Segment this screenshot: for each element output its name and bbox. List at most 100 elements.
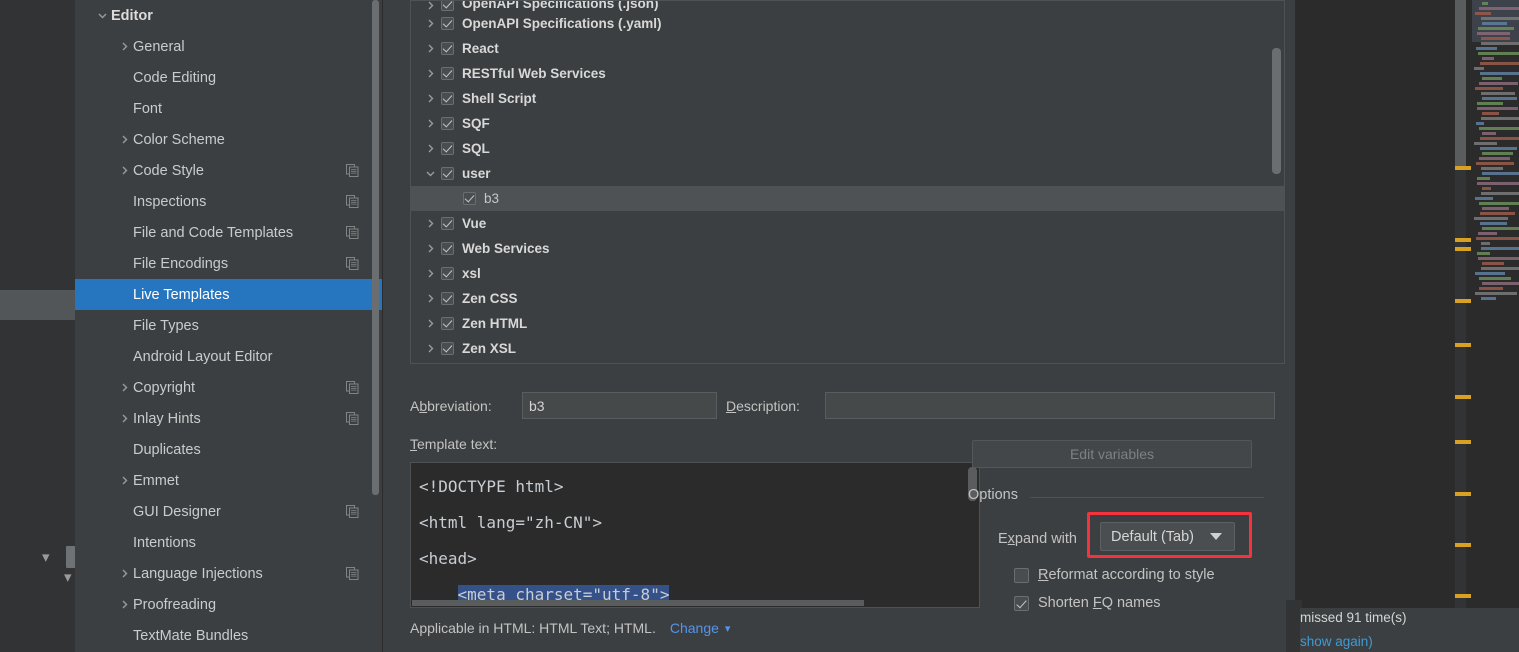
copy-settings-icon[interactable] (346, 257, 359, 270)
chevron-right-icon[interactable] (115, 165, 133, 176)
template-enabled-checkbox[interactable] (441, 1, 454, 11)
sidebar-item-general[interactable]: General (75, 31, 383, 62)
template-tree-row[interactable]: xsl (411, 261, 1284, 286)
chevron-right-icon[interactable] (419, 43, 441, 54)
sidebar-item-android-layout-editor[interactable]: Android Layout Editor (75, 341, 383, 372)
chevron-right-icon[interactable] (419, 343, 441, 354)
chevron-right-icon[interactable] (419, 143, 441, 154)
template-tree-row[interactable]: Shell Script (411, 86, 1284, 111)
editor-minimap[interactable] (1472, 0, 1519, 652)
chevron-right-icon[interactable] (419, 243, 441, 254)
chevron-right-icon[interactable] (419, 218, 441, 229)
template-enabled-checkbox[interactable] (441, 92, 454, 105)
template-enabled-checkbox[interactable] (441, 17, 454, 30)
sidebar-item-intentions[interactable]: Intentions (75, 527, 383, 558)
description-input[interactable] (825, 392, 1275, 419)
copy-settings-icon[interactable] (346, 226, 359, 239)
copy-settings-icon[interactable] (346, 412, 359, 425)
template-tree-row[interactable]: Vue (411, 211, 1284, 236)
chevron-right-icon[interactable] (419, 1, 441, 11)
copy-settings-icon[interactable] (346, 381, 359, 394)
sidebar-item-file-encodings[interactable]: File Encodings (75, 248, 383, 279)
template-enabled-checkbox[interactable] (463, 192, 476, 205)
template-tree-row[interactable]: Zen XSL (411, 336, 1284, 361)
sidebar-item-live-templates[interactable]: Live Templates (75, 279, 383, 310)
chevron-down-icon[interactable]: ▾ (725, 622, 731, 635)
shorten-fq-checkbox-row[interactable]: Shorten FQ names (1014, 595, 1161, 611)
template-enabled-checkbox[interactable] (441, 67, 454, 80)
chevron-right-icon[interactable] (419, 18, 441, 29)
chevron-down-icon[interactable]: ▾ (64, 568, 72, 586)
reformat-checkbox[interactable] (1014, 568, 1029, 583)
chevron-right-icon[interactable] (419, 118, 441, 129)
sidebar-item-code-editing[interactable]: Code Editing (75, 62, 383, 93)
chevron-right-icon[interactable] (115, 475, 133, 486)
settings-tree[interactable]: EditorGeneralCode EditingFontColor Schem… (75, 0, 383, 652)
template-tree-row[interactable]: Zen CSS (411, 286, 1284, 311)
editor-error-stripe[interactable] (1455, 0, 1473, 652)
template-tree-row[interactable]: OpenAPI Specifications (.yaml) (411, 11, 1284, 36)
copy-settings-icon[interactable] (346, 505, 359, 518)
sidebar-item-emmet[interactable]: Emmet (75, 465, 383, 496)
chevron-right-icon[interactable] (419, 268, 441, 279)
chevron-right-icon[interactable] (419, 318, 441, 329)
chevron-right-icon[interactable] (419, 93, 441, 104)
sidebar-item-proofreading[interactable]: Proofreading (75, 589, 383, 620)
template-text-editor[interactable]: <!DOCTYPE html> <html lang="zh-CN"> <hea… (410, 462, 980, 608)
chevron-down-icon[interactable] (93, 10, 111, 21)
template-tree-row[interactable]: user (411, 161, 1284, 186)
chevron-right-icon[interactable] (115, 568, 133, 579)
abbreviation-input[interactable] (522, 392, 717, 419)
template-enabled-checkbox[interactable] (441, 267, 454, 280)
sidebar-item-inspections[interactable]: Inspections (75, 186, 383, 217)
chevron-right-icon[interactable] (115, 134, 133, 145)
notification-popup[interactable]: missed 91 time(s) show again) (1300, 608, 1519, 652)
chevron-right-icon[interactable] (115, 599, 133, 610)
template-tree-row[interactable]: RESTful Web Services (411, 61, 1284, 86)
chevron-right-icon[interactable] (419, 68, 441, 79)
sidebar-item-duplicates[interactable]: Duplicates (75, 434, 383, 465)
edit-variables-button[interactable]: Edit variables (972, 440, 1252, 468)
copy-settings-icon[interactable] (346, 567, 359, 580)
notification-link[interactable]: show again) (1300, 634, 1373, 649)
chevron-right-icon[interactable] (115, 382, 133, 393)
template-enabled-checkbox[interactable] (441, 42, 454, 55)
template-tree-scrollbar-thumb[interactable] (1272, 48, 1281, 174)
template-text-hscrollbar-thumb[interactable] (412, 600, 864, 606)
copy-settings-icon[interactable] (346, 195, 359, 208)
sidebar-item-file-and-code-templates[interactable]: File and Code Templates (75, 217, 383, 248)
chevron-right-icon[interactable] (419, 293, 441, 304)
sidebar-scrollbar-thumb[interactable] (372, 0, 379, 495)
template-enabled-checkbox[interactable] (441, 292, 454, 305)
template-enabled-checkbox[interactable] (441, 167, 454, 180)
template-enabled-checkbox[interactable] (441, 117, 454, 130)
template-tree-row[interactable]: OpenAPI Specifications (.json) (411, 1, 1284, 11)
sidebar-item-copyright[interactable]: Copyright (75, 372, 383, 403)
sidebar-item-color-scheme[interactable]: Color Scheme (75, 124, 383, 155)
template-tree-row[interactable]: SQL (411, 136, 1284, 161)
sidebar-item-language-injections[interactable]: Language Injections (75, 558, 383, 589)
shorten-fq-checkbox[interactable] (1014, 596, 1029, 611)
copy-settings-icon[interactable] (346, 164, 359, 177)
template-enabled-checkbox[interactable] (441, 242, 454, 255)
template-tree-row[interactable]: React (411, 36, 1284, 61)
chevron-down-icon[interactable]: ▾ (42, 548, 50, 566)
sidebar-item-inlay-hints[interactable]: Inlay Hints (75, 403, 383, 434)
sidebar-item-gui-designer[interactable]: GUI Designer (75, 496, 383, 527)
template-tree-row[interactable]: Zen HTML (411, 311, 1284, 336)
sidebar-item-editor[interactable]: Editor (75, 0, 383, 31)
chevron-right-icon[interactable] (115, 41, 133, 52)
template-tree-row[interactable]: b3 (411, 186, 1284, 211)
template-enabled-checkbox[interactable] (441, 317, 454, 330)
sidebar-item-code-style[interactable]: Code Style (75, 155, 383, 186)
template-tree-row[interactable]: SQF (411, 111, 1284, 136)
change-link[interactable]: Change (670, 620, 719, 636)
template-tree[interactable]: OpenAPI Specifications (.json)OpenAPI Sp… (410, 0, 1285, 364)
sidebar-item-file-types[interactable]: File Types (75, 310, 383, 341)
reformat-checkbox-row[interactable]: Reformat according to style (1014, 567, 1215, 583)
template-enabled-checkbox[interactable] (441, 142, 454, 155)
sidebar-item-textmate-bundles[interactable]: TextMate Bundles (75, 620, 383, 651)
sidebar-item-font[interactable]: Font (75, 93, 383, 124)
template-tree-row[interactable]: Web Services (411, 236, 1284, 261)
template-enabled-checkbox[interactable] (441, 342, 454, 355)
